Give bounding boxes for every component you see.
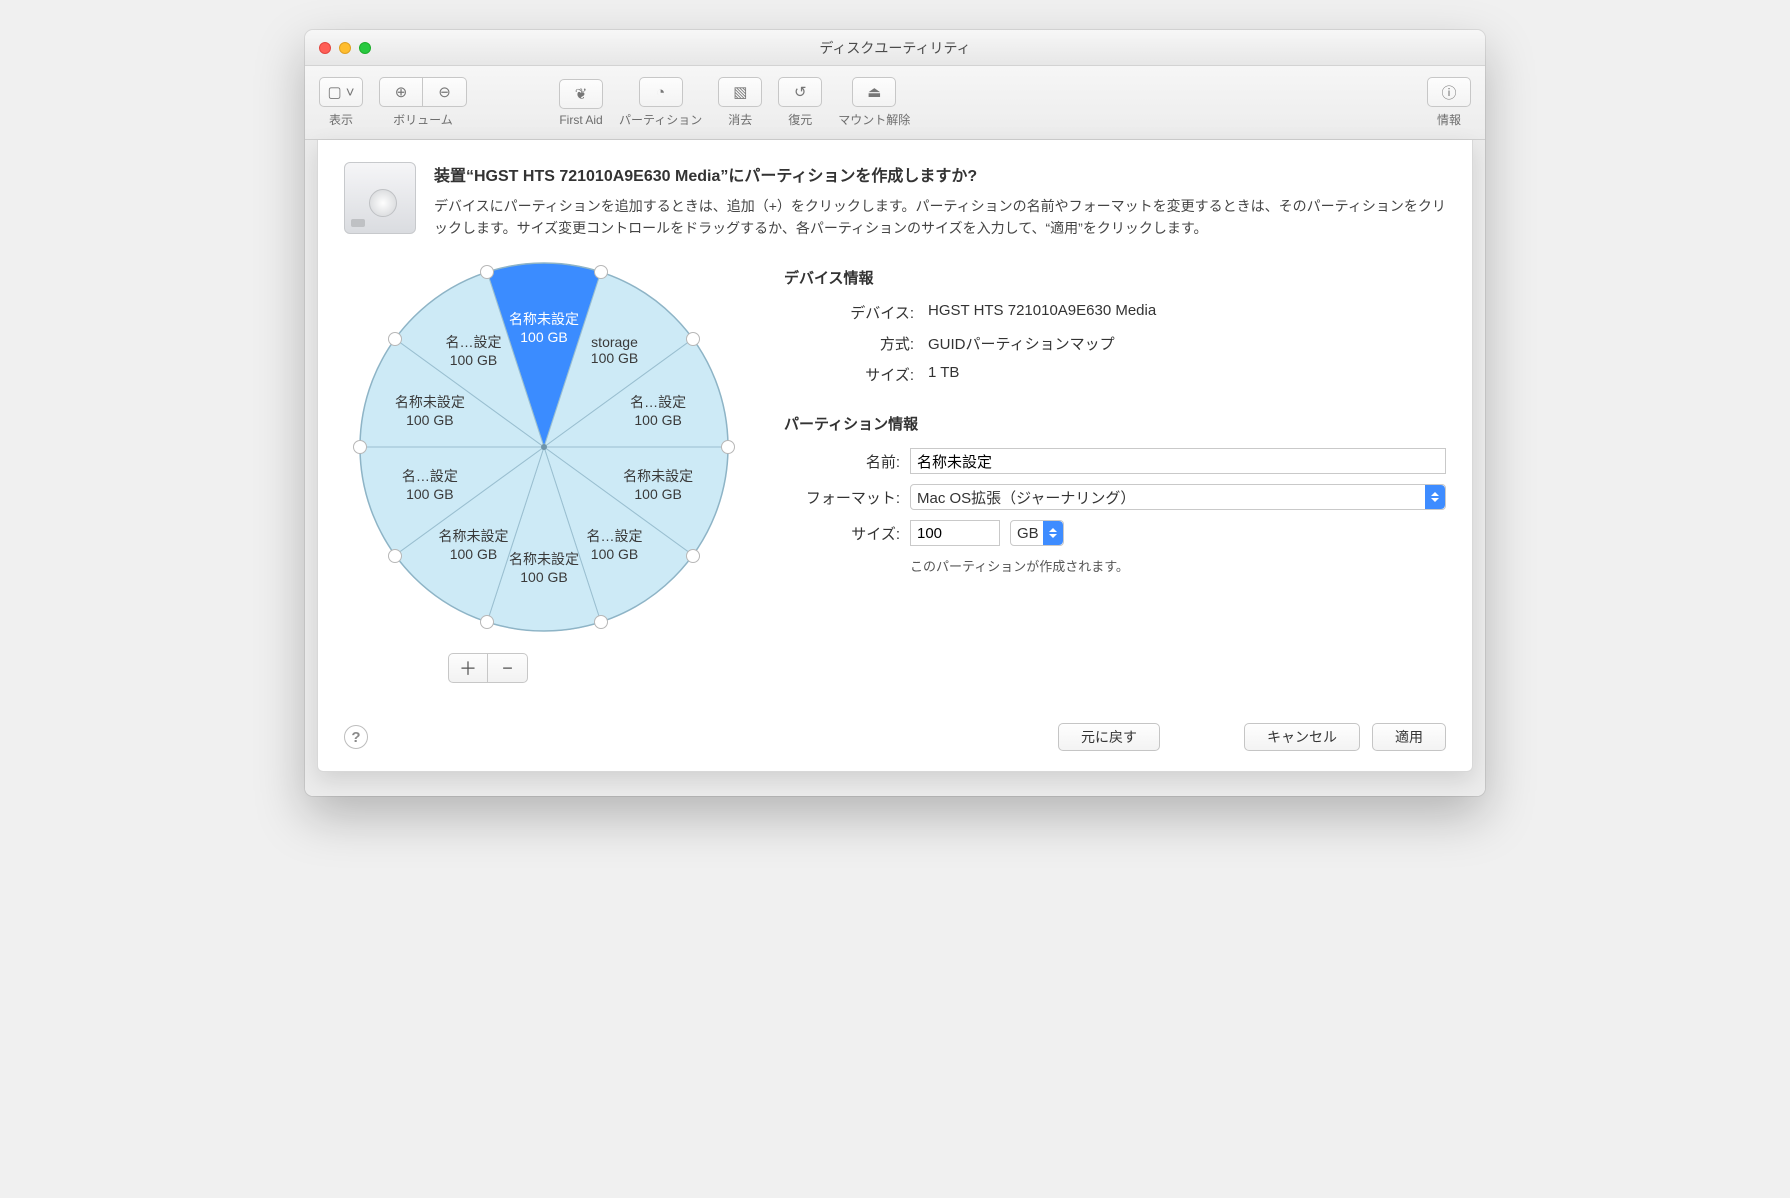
pie-slice-label: 名称未設定100 GB bbox=[623, 466, 693, 502]
partition-sheet: 装置“HGST HTS 721010A9E630 Media”にパーティションを… bbox=[317, 140, 1473, 772]
device-size-value: 1 TB bbox=[928, 364, 1446, 385]
partition-hint: このパーティションが作成されます。 bbox=[910, 556, 1446, 575]
toolbar-restore[interactable]: ↺ 復元 bbox=[778, 77, 822, 128]
pie-slice-label: storage100 GB bbox=[591, 334, 638, 366]
stethoscope-icon: ❦ bbox=[575, 85, 588, 103]
toolbar-erase[interactable]: ▧ 消去 bbox=[718, 77, 762, 128]
toolbar: ▢ ˅ 表示 ⊕ ⊖ ボリューム ❦ First Aid ◔ パーティション ▧… bbox=[305, 66, 1485, 140]
pie-resize-handle[interactable] bbox=[480, 615, 494, 629]
pie-slice-label: 名称未設定100 GB bbox=[395, 392, 465, 428]
pie-resize-handle[interactable] bbox=[686, 549, 700, 563]
device-value: HGST HTS 721010A9E630 Media bbox=[928, 302, 1446, 323]
sheet-heading: 装置“HGST HTS 721010A9E630 Media”にパーティションを… bbox=[434, 162, 1446, 186]
erase-icon: ▧ bbox=[733, 83, 747, 101]
toolbar-view[interactable]: ▢ ˅ 表示 bbox=[319, 77, 363, 128]
pie-slice-label: 名…設定100 GB bbox=[587, 526, 643, 562]
partition-size-input[interactable] bbox=[910, 520, 1000, 546]
drive-minus-icon: ⊖ bbox=[438, 83, 451, 101]
help-button[interactable]: ? bbox=[344, 725, 368, 749]
add-partition-button[interactable]: ＋ bbox=[448, 653, 488, 683]
device-info-header: デバイス情報 bbox=[784, 267, 1446, 288]
toolbar-volume: ⊕ ⊖ ボリューム bbox=[379, 77, 467, 128]
cancel-button[interactable]: キャンセル bbox=[1244, 723, 1360, 751]
drive-plus-icon: ⊕ bbox=[395, 83, 408, 101]
hard-drive-icon bbox=[344, 162, 416, 234]
pie-resize-handle[interactable] bbox=[721, 440, 735, 454]
info-icon: ⓘ bbox=[1441, 82, 1456, 103]
chevron-updown-icon bbox=[1425, 485, 1445, 509]
scheme-value: GUIDパーティションマップ bbox=[928, 333, 1446, 354]
scheme-label: 方式: bbox=[784, 333, 914, 354]
sidebar-icon: ▢ ˅ bbox=[327, 83, 354, 101]
volume-add-button[interactable]: ⊕ bbox=[379, 77, 423, 107]
pie-resize-handle[interactable] bbox=[594, 615, 608, 629]
volume-remove-button[interactable]: ⊖ bbox=[423, 77, 467, 107]
pie-slice-label: 名称未設定100 GB bbox=[438, 526, 508, 562]
pie-resize-handle[interactable] bbox=[480, 265, 494, 279]
partition-size-unit-select[interactable]: GB bbox=[1010, 520, 1064, 546]
toolbar-partition[interactable]: ◔ パーティション bbox=[619, 77, 702, 128]
plus-icon: ＋ bbox=[459, 655, 477, 681]
partition-info-header: パーティション情報 bbox=[784, 413, 1446, 434]
restore-icon: ↺ bbox=[794, 83, 807, 101]
pie-resize-handle[interactable] bbox=[388, 332, 402, 346]
device-size-label: サイズ: bbox=[784, 364, 914, 385]
pie-slice-label: 名…設定100 GB bbox=[630, 392, 686, 428]
pie-resize-handle[interactable] bbox=[388, 549, 402, 563]
toolbar-info[interactable]: ⓘ 情報 bbox=[1427, 77, 1471, 128]
minus-icon: − bbox=[502, 658, 513, 679]
device-label: デバイス: bbox=[784, 302, 914, 323]
partition-format-select[interactable]: Mac OS拡張（ジャーナリング） bbox=[910, 484, 1446, 510]
partition-name-label: 名前: bbox=[784, 451, 900, 472]
pie-resize-handle[interactable] bbox=[353, 440, 367, 454]
partition-size-label: サイズ: bbox=[784, 523, 900, 544]
pie-slice-label: 名称未設定100 GB bbox=[509, 309, 579, 345]
partition-pie-chart[interactable]: 名称未設定100 GBstorage100 GB名…設定100 GB名称未設定1… bbox=[354, 257, 734, 637]
remove-partition-button[interactable]: − bbox=[488, 653, 528, 683]
pie-slice-label: 名…設定100 GB bbox=[402, 466, 458, 502]
toolbar-first-aid[interactable]: ❦ First Aid bbox=[559, 79, 603, 127]
pie-resize-handle[interactable] bbox=[686, 332, 700, 346]
partition-format-label: フォーマット: bbox=[784, 487, 900, 508]
pie-slice-label: 名称未設定100 GB bbox=[509, 549, 579, 585]
toolbar-unmount[interactable]: ⏏ マウント解除 bbox=[838, 77, 910, 128]
pie-resize-handle[interactable] bbox=[594, 265, 608, 279]
partition-name-input[interactable] bbox=[910, 448, 1446, 474]
pie-slice-label: 名…設定100 GB bbox=[445, 332, 501, 368]
window-title: ディスクユーティリティ bbox=[305, 38, 1485, 58]
chevron-updown-icon bbox=[1043, 521, 1063, 545]
sheet-description: デバイスにパーティションを追加するときは、追加（+）をクリックします。パーティシ… bbox=[434, 196, 1446, 239]
titlebar: ディスクユーティリティ bbox=[305, 30, 1485, 66]
apply-button[interactable]: 適用 bbox=[1372, 723, 1446, 751]
revert-button[interactable]: 元に戻す bbox=[1058, 723, 1160, 751]
eject-icon: ⏏ bbox=[867, 83, 881, 101]
app-window: ディスクユーティリティ ▢ ˅ 表示 ⊕ ⊖ ボリューム ❦ First Aid… bbox=[305, 30, 1485, 796]
pie-icon: ◔ bbox=[656, 84, 665, 101]
